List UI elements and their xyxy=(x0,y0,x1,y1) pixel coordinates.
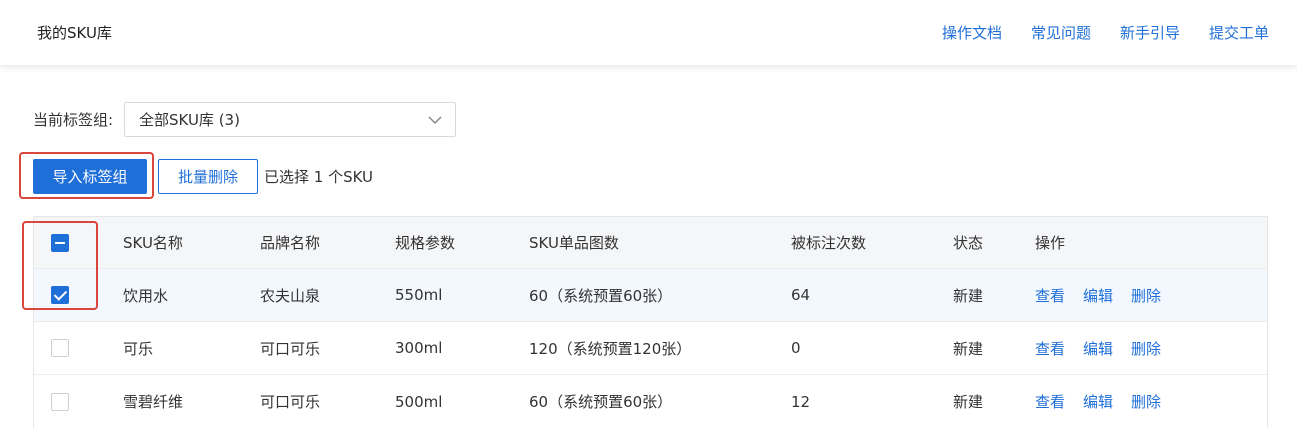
guide-link[interactable]: 新手引导 xyxy=(1120,23,1180,43)
table-row: 饮用水 农夫山泉 550ml 60（系统预置60张） 64 新建 查看 编辑 删… xyxy=(34,269,1267,322)
view-link[interactable]: 查看 xyxy=(1035,391,1065,412)
top-header: 我的SKU库 操作文档 常见问题 新手引导 提交工单 xyxy=(0,0,1297,66)
column-header-image-count: SKU单品图数 xyxy=(529,234,619,252)
column-header-actions: 操作 xyxy=(1035,234,1066,252)
page-title: 我的SKU库 xyxy=(37,24,112,42)
table-row: 雪碧纤维 可口可乐 500ml 60（系统预置60张） 12 新建 查看 编辑 … xyxy=(34,375,1267,428)
row-checkbox[interactable] xyxy=(51,392,69,411)
tag-group-select[interactable]: 全部SKU库 (3) xyxy=(124,102,456,137)
status-cell: 新建 xyxy=(953,286,984,305)
tag-group-selected-value: 全部SKU库 (3) xyxy=(139,111,240,129)
delete-link[interactable]: 删除 xyxy=(1131,391,1161,412)
annotation-count-cell: 12 xyxy=(791,392,811,411)
image-count-cell: 120（系统预置120张） xyxy=(529,339,692,358)
row-checkbox-cell xyxy=(51,322,69,374)
brand-cell: 可口可乐 xyxy=(260,339,321,358)
import-button-highlight-box xyxy=(19,152,154,199)
table-header-row: SKU名称 品牌名称 规格参数 SKU单品图数 被标注次数 状态 操作 xyxy=(34,217,1267,269)
status-cell: 新建 xyxy=(953,339,984,358)
column-header-spec: 规格参数 xyxy=(395,234,456,252)
status-cell: 新建 xyxy=(953,393,984,411)
checkbox-highlight-box xyxy=(22,221,98,310)
faq-link[interactable]: 常见问题 xyxy=(1031,23,1091,43)
spec-cell: 500ml xyxy=(395,392,443,411)
image-count-cell: 60（系统预置60张） xyxy=(529,286,673,305)
annotation-count-cell: 0 xyxy=(791,339,801,357)
edit-link[interactable]: 编辑 xyxy=(1083,391,1113,412)
actions-cell: 查看 编辑 删除 xyxy=(1035,269,1161,321)
column-header-status: 状态 xyxy=(953,234,984,252)
chevron-down-icon xyxy=(428,116,442,125)
delete-link[interactable]: 删除 xyxy=(1131,285,1161,306)
image-count-cell: 60（系统预置60张） xyxy=(529,393,673,411)
column-header-sku-name: SKU名称 xyxy=(123,234,183,252)
spec-cell: 550ml xyxy=(395,286,443,304)
batch-delete-button[interactable]: 批量删除 xyxy=(158,159,258,194)
column-header-brand: 品牌名称 xyxy=(260,234,321,252)
edit-link[interactable]: 编辑 xyxy=(1083,338,1113,359)
actions-cell: 查看 编辑 删除 xyxy=(1035,375,1161,428)
row-checkbox[interactable] xyxy=(51,339,69,357)
header-links: 操作文档 常见问题 新手引导 提交工单 xyxy=(942,23,1269,43)
brand-cell: 农夫山泉 xyxy=(260,286,321,305)
tag-group-label: 当前标签组: xyxy=(33,111,114,129)
delete-link[interactable]: 删除 xyxy=(1131,338,1161,359)
edit-link[interactable]: 编辑 xyxy=(1083,285,1113,306)
column-header-annotation-count: 被标注次数 xyxy=(791,234,867,252)
sku-name-cell: 雪碧纤维 xyxy=(123,393,184,411)
view-link[interactable]: 查看 xyxy=(1035,338,1065,359)
brand-cell: 可口可乐 xyxy=(260,393,321,411)
row-checkbox-cell xyxy=(51,375,69,428)
view-link[interactable]: 查看 xyxy=(1035,285,1065,306)
annotation-count-cell: 64 xyxy=(791,286,811,304)
sku-name-cell: 可乐 xyxy=(123,339,154,358)
table-row: 可乐 可口可乐 300ml 120（系统预置120张） 0 新建 查看 编辑 删… xyxy=(34,322,1267,375)
selection-count-text: 已选择 1 个SKU xyxy=(264,168,374,186)
actions-cell: 查看 编辑 删除 xyxy=(1035,322,1161,374)
docs-link[interactable]: 操作文档 xyxy=(942,23,1002,43)
spec-cell: 300ml xyxy=(395,339,443,357)
submit-ticket-link[interactable]: 提交工单 xyxy=(1209,23,1269,43)
sku-name-cell: 饮用水 xyxy=(123,286,169,305)
sku-table: SKU名称 品牌名称 规格参数 SKU单品图数 被标注次数 状态 操作 饮用水 … xyxy=(33,216,1268,428)
